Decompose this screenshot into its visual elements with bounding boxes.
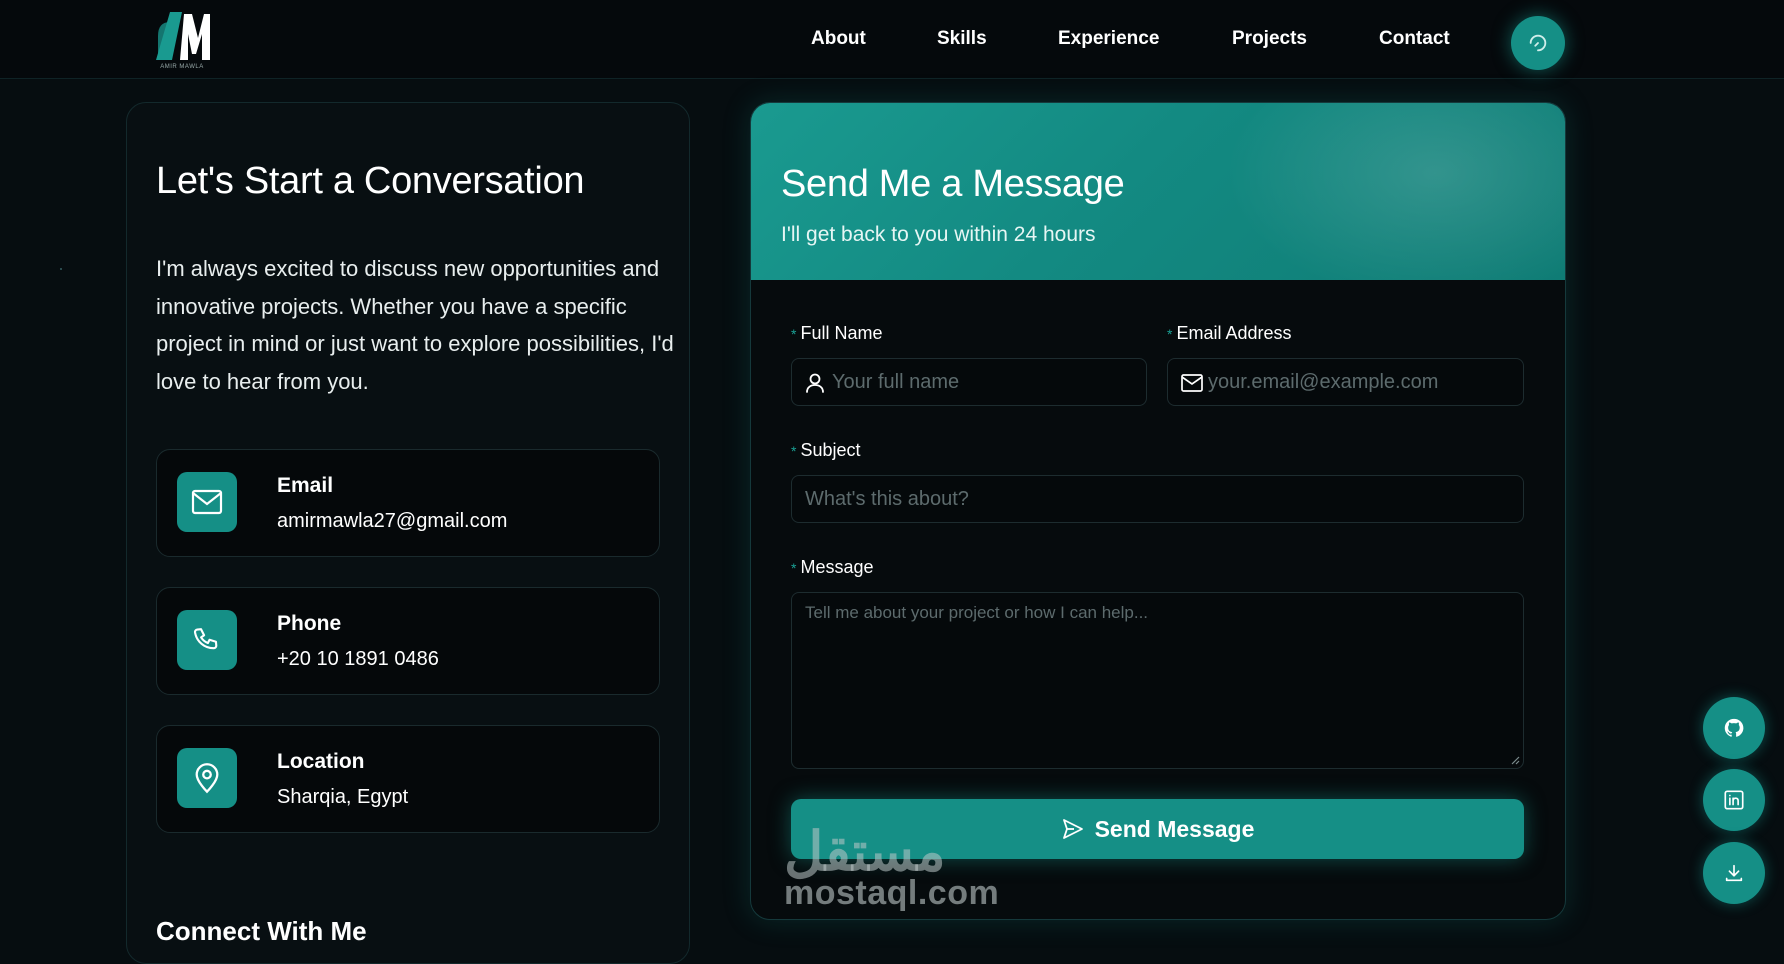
watermark-latin: mostaql.com [784, 874, 1000, 912]
message-placeholder: Tell me about your project or how I can … [805, 603, 1149, 622]
download-cv-button[interactable] [1703, 842, 1765, 904]
nav-link-skills[interactable]: Skills [937, 28, 987, 50]
form-title: Send Me a Message [781, 163, 1125, 205]
mail-icon-badge [177, 472, 237, 532]
mail-icon [1181, 374, 1203, 392]
subject-placeholder: What's this about? [805, 488, 969, 510]
contact-info-title: Let's Start a Conversation [156, 160, 585, 202]
theme-toggle-button[interactable] [1511, 16, 1565, 70]
contact-item-value: Sharqia, Egypt [277, 786, 409, 808]
email-label-text: Email Address [1176, 323, 1292, 343]
email-input[interactable]: your.email@example.com [1167, 358, 1524, 406]
contact-item-phone[interactable]: Phone +20 10 1891 0486 [156, 587, 660, 695]
github-icon [1724, 718, 1744, 737]
github-button[interactable] [1703, 697, 1765, 759]
subject-label-text: Subject [800, 440, 861, 460]
full-name-label: * Full Name [791, 323, 882, 344]
send-button-label: Send Message [1094, 815, 1255, 842]
phone-icon [193, 628, 218, 650]
am-logo-mark [156, 12, 210, 60]
mail-icon [191, 489, 223, 515]
header-sheen [1225, 103, 1565, 280]
user-icon [806, 373, 824, 393]
contact-item-location[interactable]: Location Sharqia, Egypt [156, 725, 660, 833]
full-name-placeholder: Your full name [832, 371, 960, 393]
subject-input[interactable]: What's this about? [791, 475, 1524, 523]
contact-item-value[interactable]: +20 10 1891 0486 [277, 648, 439, 671]
required-marker: * [791, 560, 797, 576]
resize-handle-icon[interactable] [1510, 755, 1520, 765]
contact-item-label: Phone [277, 612, 342, 635]
contact-item-value[interactable]: amirmawla27@gmail.com [277, 510, 507, 533]
connect-with-me-heading: Connect With Me [156, 916, 367, 946]
email-label: * Email Address [1167, 323, 1292, 344]
map-pin-icon-badge [177, 748, 237, 808]
contact-item-email[interactable]: Email amirmawla27@gmail.com [156, 449, 660, 557]
subject-label: * Subject [791, 440, 861, 461]
required-marker: * [1167, 326, 1173, 342]
linkedin-icon [1724, 790, 1744, 810]
nav-link-experience[interactable]: Experience [1058, 28, 1159, 50]
form-header: Send Me a Message I'll get back to you w… [751, 103, 1565, 280]
form-subtitle: I'll get back to you within 24 hours [781, 223, 1096, 246]
top-navbar: AMIR MAWLA About Skills Experience Proje… [0, 0, 1784, 79]
linkedin-button[interactable] [1703, 769, 1765, 831]
phone-icon-badge [177, 610, 237, 670]
contact-item-label: Email [277, 474, 334, 497]
contact-info-description: I'm always excited to discuss new opport… [156, 256, 674, 394]
message-textarea[interactable]: Tell me about your project or how I can … [791, 592, 1524, 769]
required-marker: * [791, 326, 797, 342]
contact-item-label: Location [277, 750, 365, 773]
nav-link-projects[interactable]: Projects [1232, 28, 1307, 50]
required-marker: * [791, 443, 797, 459]
background-speck [60, 268, 62, 270]
email-placeholder: your.email@example.com [1208, 371, 1439, 393]
message-label: * Message [791, 557, 874, 578]
download-icon [1725, 864, 1743, 882]
brand-logo[interactable]: AMIR MAWLA [152, 8, 212, 74]
full-name-label-text: Full Name [800, 323, 883, 343]
refresh-icon [1529, 34, 1547, 52]
send-icon [1062, 819, 1083, 839]
nav-link-contact[interactable]: Contact [1379, 28, 1450, 50]
map-pin-icon [195, 763, 219, 794]
nav-link-about[interactable]: About [811, 28, 866, 50]
logo-caption: AMIR MAWLA [160, 64, 204, 70]
message-label-text: Message [800, 557, 874, 577]
full-name-input[interactable]: Your full name [791, 358, 1147, 406]
